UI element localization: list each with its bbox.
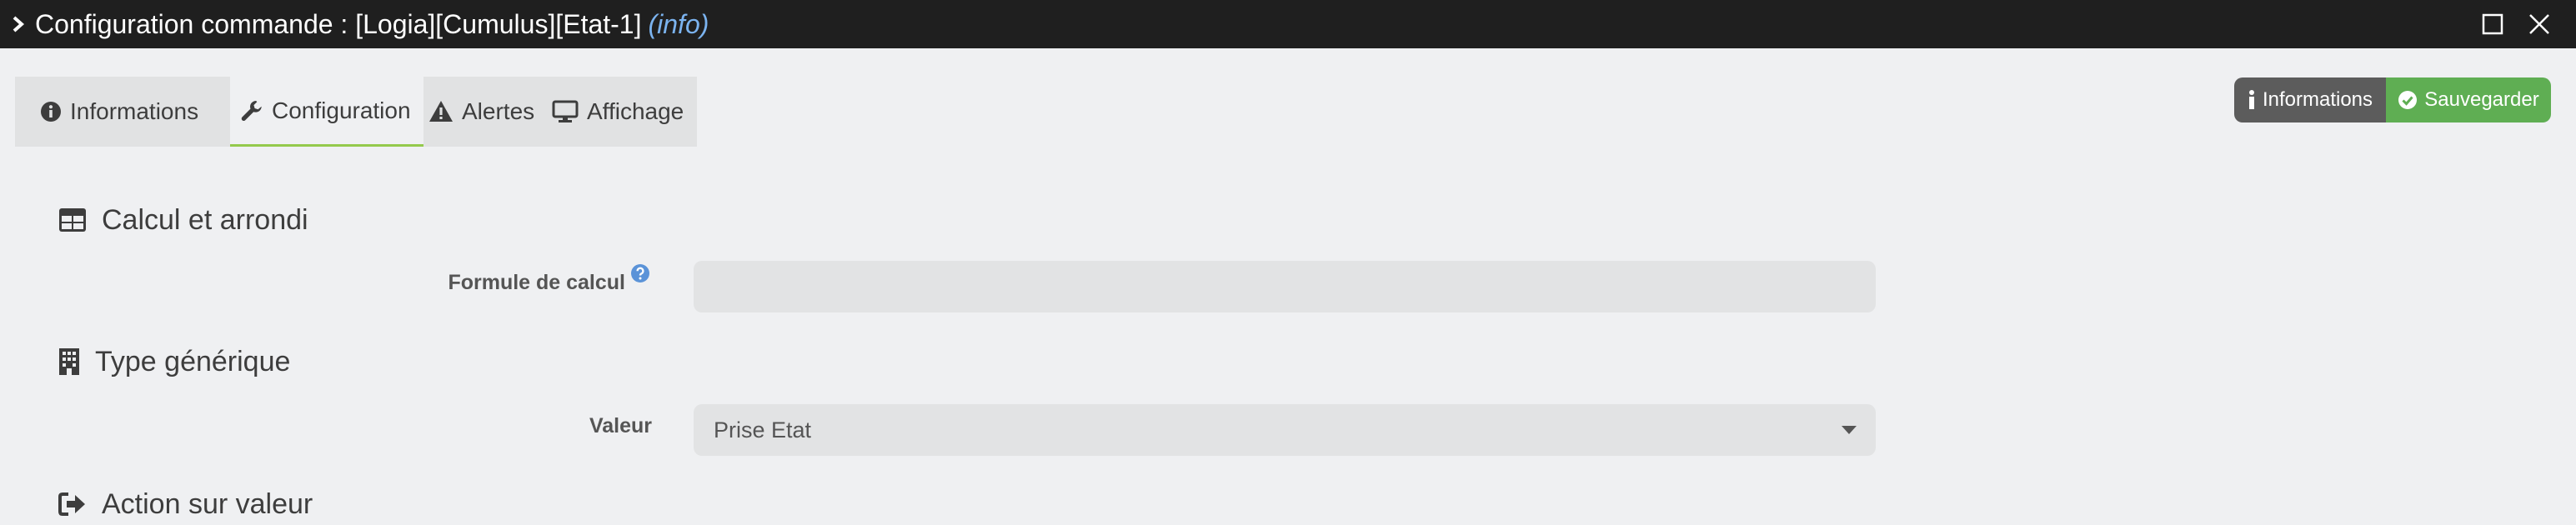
caret-down-icon <box>1842 426 1857 434</box>
tab-configuration[interactable]: Configuration <box>230 77 423 147</box>
tab-label: Configuration <box>272 97 411 123</box>
check-circle-icon <box>2398 91 2418 109</box>
formula-label: Formule de calcul <box>448 271 625 294</box>
tab-affichage[interactable]: Affichage <box>547 77 697 147</box>
tab-bar: Informations Configuration Alertes Affic… <box>15 77 697 147</box>
tab-informations[interactable]: Informations <box>15 77 230 147</box>
section-calcul-title: Calcul et arrondi <box>58 202 308 238</box>
formula-input[interactable] <box>694 261 1876 312</box>
tab-label: Informations <box>70 98 199 124</box>
valeur-select[interactable]: Prise Etat <box>694 404 1876 456</box>
maximize-icon[interactable] <box>2479 11 2506 38</box>
info-circle-icon <box>41 102 61 122</box>
section-title-text: Calcul et arrondi <box>102 203 308 236</box>
valeur-label: Valeur <box>589 414 652 438</box>
section-title-text: Type générique <box>95 345 291 378</box>
save-button[interactable]: Sauvegarder <box>2386 78 2551 122</box>
section-action-title: Action sur valeur <box>58 486 313 522</box>
tab-alertes[interactable]: Alertes <box>423 77 547 147</box>
tab-label: Affichage <box>587 98 684 124</box>
tab-label: Alertes <box>462 98 535 124</box>
save-button-label: Sauvegarder <box>2424 88 2539 111</box>
valeur-select-value: Prise Etat <box>714 417 812 442</box>
section-type-title: Type générique <box>58 343 290 380</box>
table-icon <box>59 208 86 232</box>
monitor-icon <box>552 100 579 122</box>
info-icon <box>2248 90 2254 109</box>
question-circle-icon[interactable] <box>630 263 650 283</box>
window-title-suffix: (info) <box>648 9 709 39</box>
window-title-text: Configuration commande : [Logia][Cumulus… <box>35 9 642 39</box>
action-button-group: Informations Sauvegarder <box>2234 78 2551 122</box>
section-title-text: Action sur valeur <box>102 488 313 520</box>
wrench-icon <box>241 100 262 121</box>
informations-button[interactable]: Informations <box>2234 78 2386 122</box>
close-icon[interactable] <box>2526 11 2553 38</box>
chevron-right-icon[interactable] <box>10 15 27 33</box>
window-title: Configuration commande : [Logia][Cumulus… <box>35 0 709 48</box>
window-titlebar: Configuration commande : [Logia][Cumulus… <box>0 0 2576 48</box>
informations-button-label: Informations <box>2262 88 2373 111</box>
sign-out-icon <box>58 492 85 516</box>
warning-icon <box>429 101 453 122</box>
building-icon <box>59 348 79 375</box>
